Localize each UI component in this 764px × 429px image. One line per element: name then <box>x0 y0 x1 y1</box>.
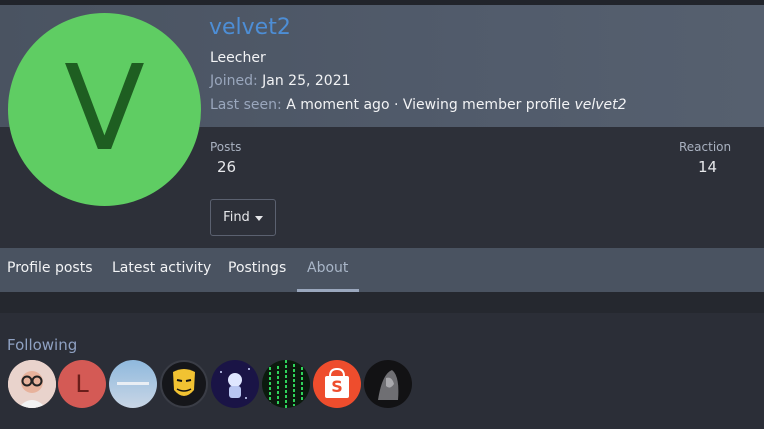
last-seen-line: Last seen: A moment ago · Viewing member… <box>210 97 627 113</box>
tab-postings[interactable]: Postings <box>228 248 286 292</box>
shopping-bag-letter: S <box>331 377 343 396</box>
joined-line: Joined: Jan 25, 2021 <box>210 73 351 89</box>
last-seen-target[interactable]: velvet2 <box>574 97 626 113</box>
user-title: Leecher <box>210 50 266 66</box>
tab-about[interactable]: About <box>307 248 348 292</box>
following-avatar-1[interactable] <box>8 360 56 408</box>
last-seen-label: Last seen: <box>210 97 282 113</box>
following-avatar-8[interactable] <box>364 360 412 408</box>
find-button[interactable]: Find <box>210 199 276 236</box>
last-seen-value: A moment ago · Viewing member profile <box>286 97 571 113</box>
section-separator <box>0 292 764 313</box>
following-heading: Following <box>7 336 78 354</box>
joined-label: Joined: <box>210 73 258 89</box>
caret-down-icon <box>254 215 263 221</box>
avatar-letter: V <box>64 38 145 177</box>
following-avatar-4[interactable] <box>160 360 208 408</box>
following-avatar-7[interactable]: S <box>313 360 361 408</box>
profile-username[interactable]: velvet2 <box>209 15 291 40</box>
mask-icon <box>162 362 206 406</box>
following-avatar-2[interactable]: L <box>58 360 106 408</box>
astronaut-icon <box>211 360 259 408</box>
reaction-count[interactable]: 14 <box>698 158 717 176</box>
following-avatar-6[interactable] <box>262 360 310 408</box>
joined-value: Jan 25, 2021 <box>262 73 351 89</box>
user-photo-icon <box>8 360 56 408</box>
matrix-code-icon <box>262 360 310 408</box>
tab-profile-posts[interactable]: Profile posts <box>7 248 93 292</box>
reaction-label: Reaction <box>679 140 732 154</box>
tab-latest-activity[interactable]: Latest activity <box>112 248 211 292</box>
following-avatar-letter-l: L <box>75 370 89 398</box>
posts-label: Posts <box>210 140 242 154</box>
profile-avatar[interactable]: V <box>8 13 201 206</box>
posts-count[interactable]: 26 <box>217 158 236 176</box>
following-avatar-3[interactable] <box>109 360 157 408</box>
user-photo-icon <box>109 360 157 408</box>
dark-figure-icon <box>364 360 412 408</box>
following-avatar-5[interactable] <box>211 360 259 408</box>
profile-tabs: Profile posts Latest activity Postings A… <box>0 248 764 292</box>
find-button-label: Find <box>223 210 250 225</box>
